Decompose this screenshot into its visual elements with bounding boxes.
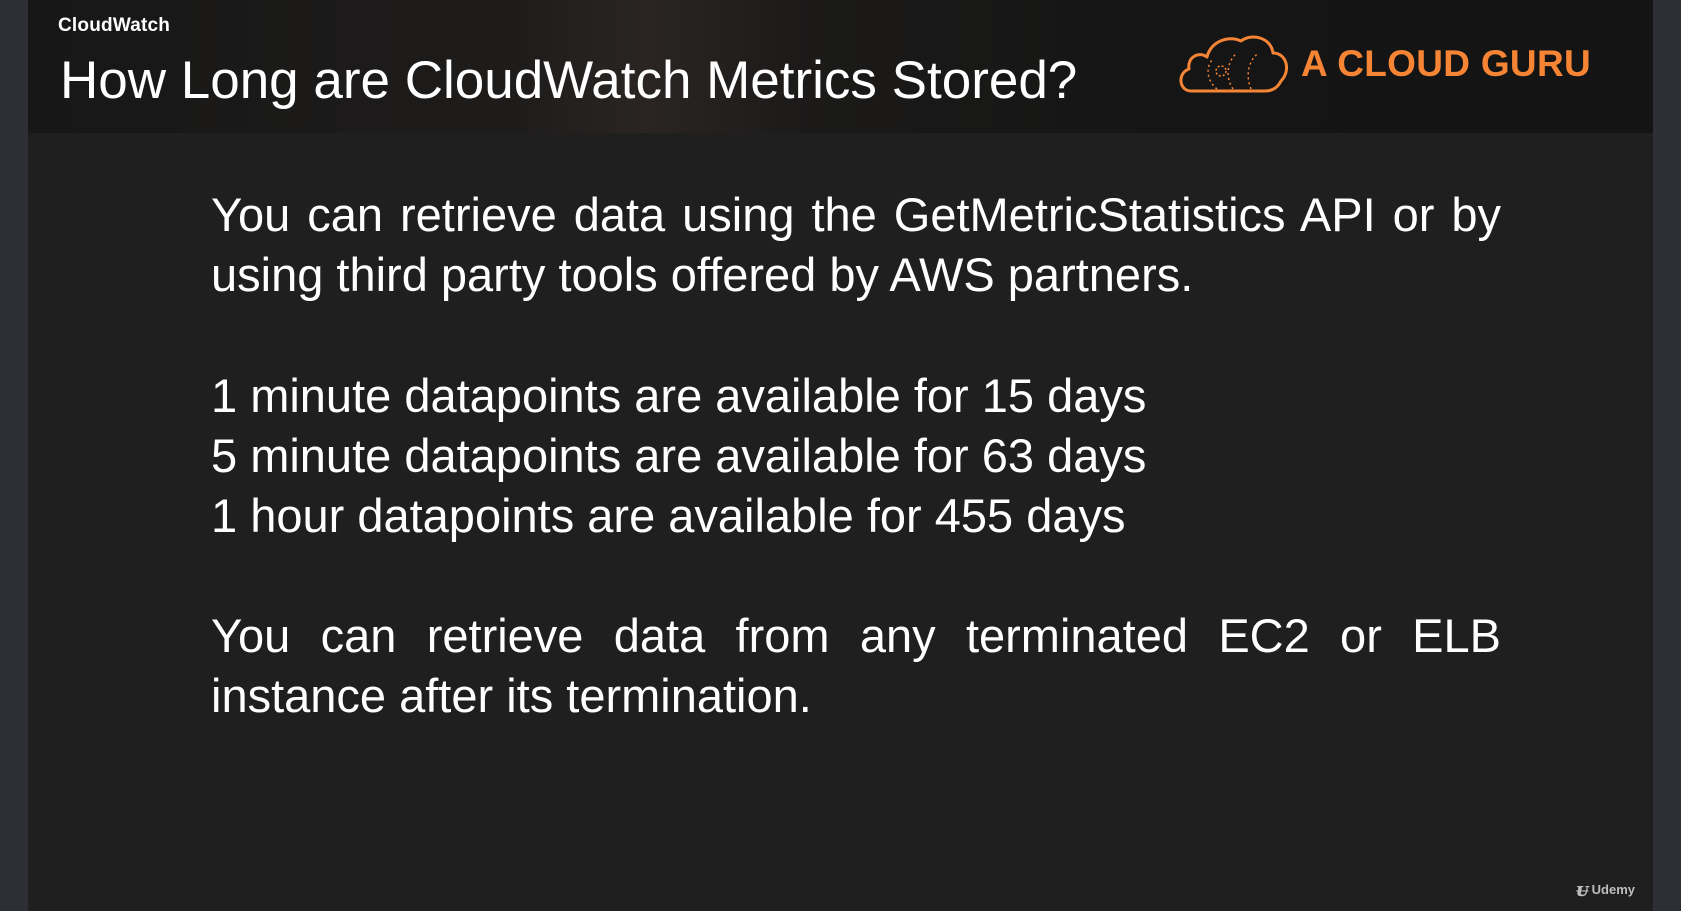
paragraph-terminated-text: You can retrieve data from any terminate… — [211, 609, 1501, 722]
udemy-watermark: ᵾ Udemy — [1576, 877, 1635, 901]
paragraph-terminated: You can retrieve data from any terminate… — [211, 606, 1501, 726]
logo-text: A CLOUD GURU — [1301, 43, 1591, 84]
paragraph-api-text: You can retrieve data using the GetMetri… — [211, 188, 1501, 301]
slide-title: How Long are CloudWatch Metrics Stored? — [60, 51, 1078, 110]
slide-header: CloudWatch How Long are CloudWatch Metri… — [28, 0, 1653, 133]
paragraph-api: You can retrieve data using the GetMetri… — [211, 185, 1501, 305]
cloud-guru-logo-icon — [1177, 31, 1291, 97]
retention-line: 1 minute datapoints are available for 15… — [211, 369, 1147, 422]
video-frame: CloudWatch How Long are CloudWatch Metri… — [0, 0, 1681, 911]
retention-list: 1 minute datapoints are available for 15… — [211, 366, 1501, 546]
brand-logo: A CLOUD GURU — [1177, 28, 1591, 100]
section-label: CloudWatch — [58, 15, 171, 36]
udemy-logo-icon: ᵾ — [1575, 877, 1589, 901]
slide: CloudWatch How Long are CloudWatch Metri… — [28, 0, 1653, 911]
udemy-label: Udemy — [1591, 881, 1635, 897]
retention-line: 5 minute datapoints are available for 63… — [211, 429, 1147, 482]
retention-line: 1 hour datapoints are available for 455 … — [211, 489, 1126, 542]
